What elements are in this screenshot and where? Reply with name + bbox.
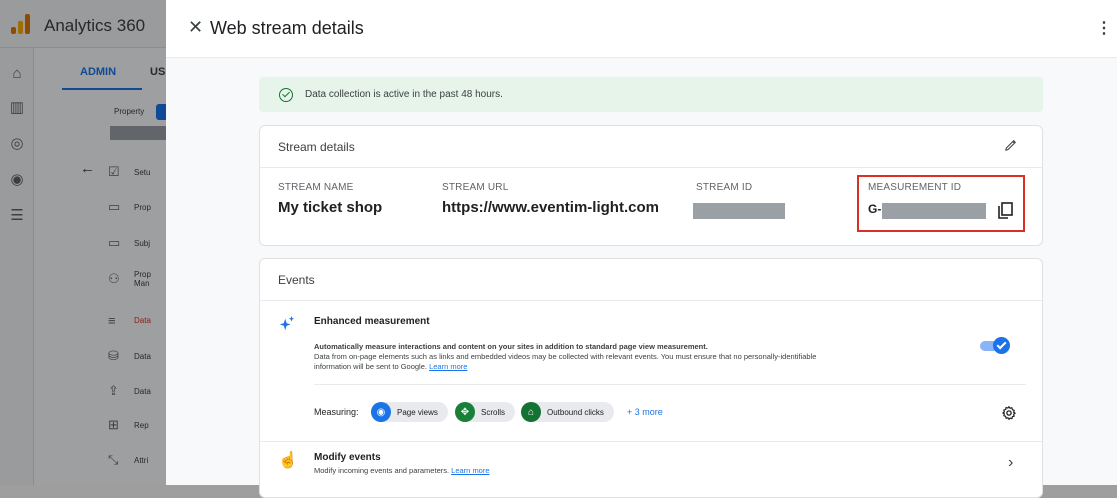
check-circle-icon: [279, 87, 293, 102]
stream-id-redacted: [693, 203, 785, 219]
learn-more-link[interactable]: Learn more: [429, 362, 467, 371]
stream-url-field: STREAM URL https://www.eventim-light.com: [442, 182, 659, 216]
events-header: Events: [260, 259, 1042, 301]
events-card: Events Enhanced measurement Automaticall…: [259, 258, 1043, 498]
stream-details-heading: Stream details: [278, 139, 355, 154]
divider: [314, 384, 1026, 385]
modify-learn-more-link[interactable]: Learn more: [451, 466, 489, 475]
modify-events-desc: Modify incoming events and parameters. L…: [314, 466, 490, 475]
stream-details-card: Stream details STREAM NAME My ticket sho…: [259, 125, 1043, 246]
stream-name-value: My ticket shop: [278, 199, 383, 216]
modify-events-row[interactable]: ☝ Modify events Modify incoming events a…: [260, 442, 1042, 482]
modify-events-title: Modify events: [314, 452, 381, 463]
stream-name-field: STREAM NAME My ticket shop: [278, 182, 383, 216]
measuring-row: Measuring: ◉ Page views ✥ Scrolls ⌂ Outb…: [314, 402, 1014, 422]
chevron-right-icon[interactable]: ›: [1008, 454, 1013, 472]
stream-details-header: Stream details: [260, 126, 1042, 168]
enhanced-measurement-title: Enhanced measurement: [314, 316, 430, 327]
status-banner: Data collection is active in the past 48…: [259, 77, 1043, 112]
chip-scrolls: ✥ Scrolls: [455, 402, 516, 422]
eye-icon: ◉: [371, 402, 391, 422]
measuring-label: Measuring:: [314, 407, 359, 417]
touch-icon: ☝: [278, 452, 298, 469]
enhanced-line2: Data from on-page elements such as links…: [314, 352, 817, 361]
more-link[interactable]: + 3 more: [627, 407, 663, 417]
enhanced-measurement-toggle[interactable]: [980, 337, 1010, 354]
chip-page-views: ◉ Page views: [371, 402, 448, 422]
scroll-icon: ✥: [455, 402, 475, 422]
chip-outbound-clicks: ⌂ Outbound clicks: [521, 402, 614, 422]
close-icon[interactable]: ✕: [188, 17, 203, 38]
web-stream-details-panel: ✕ Web stream details ⋮ Data collection i…: [166, 0, 1117, 498]
enhanced-measurement-row: Enhanced measurement Automatically measu…: [260, 301, 1042, 427]
measurement-id-highlight: [857, 175, 1025, 232]
settings-gear-icon[interactable]: [1001, 405, 1017, 421]
more-vert-icon[interactable]: ⋮: [1096, 18, 1112, 38]
page-title: Web stream details: [210, 18, 364, 38]
events-heading: Events: [278, 272, 315, 287]
enhanced-line3: information will be sent to Google. Lear…: [314, 362, 468, 371]
stream-id-field: STREAM ID: [696, 182, 753, 193]
mouse-icon: ⌂: [521, 402, 541, 422]
enhanced-line1: Automatically measure interactions and c…: [314, 342, 708, 351]
stream-url-value: https://www.eventim-light.com: [442, 199, 659, 216]
panel-header: ✕ Web stream details ⋮: [166, 0, 1117, 58]
sparkle-icon: [279, 315, 295, 331]
status-text: Data collection is active in the past 48…: [305, 89, 503, 100]
edit-pencil-icon[interactable]: [1004, 138, 1018, 152]
